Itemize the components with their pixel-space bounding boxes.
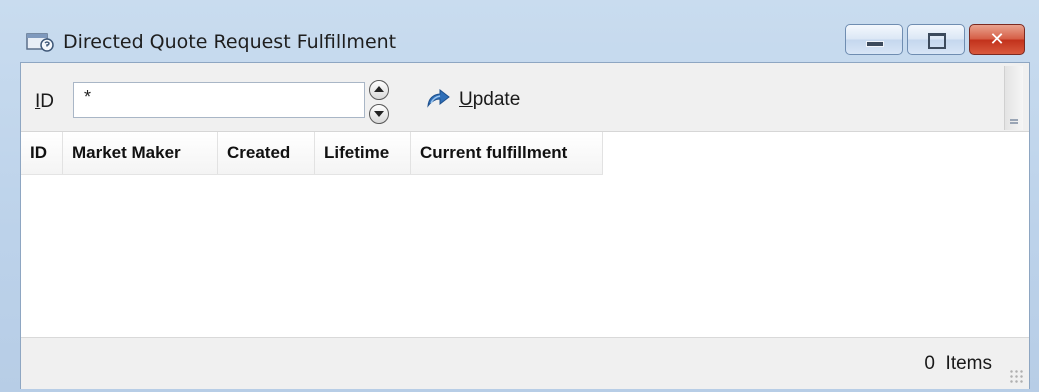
- app-window: Directed Quote Request Fulfillment ✕ ID …: [0, 0, 1039, 392]
- close-icon: ✕: [989, 29, 1005, 50]
- column-header-id[interactable]: ID: [21, 132, 63, 174]
- update-label-mnemonic: U: [459, 89, 473, 110]
- id-label-rest: D: [40, 91, 55, 112]
- toolbar-grip[interactable]: [1004, 66, 1023, 130]
- update-label: Update: [459, 89, 520, 111]
- toolbar: ID * Update: [21, 63, 1029, 131]
- title-bar[interactable]: Directed Quote Request Fulfillment ✕: [0, 0, 1039, 58]
- maximize-icon: [928, 33, 946, 49]
- window-title: Directed Quote Request Fulfillment: [63, 31, 397, 53]
- id-spinner: [368, 77, 390, 127]
- update-button[interactable]: Update: [425, 85, 520, 115]
- quote-request-window-icon: [26, 33, 54, 52]
- items-count: 0 Items: [924, 353, 992, 375]
- items-count-label: Items: [945, 353, 992, 374]
- update-label-rest: pdate: [472, 89, 521, 110]
- grid-header: ID Market Maker Created Lifetime Current…: [21, 132, 603, 175]
- window-controls: ✕: [845, 24, 1025, 56]
- id-input[interactable]: *: [73, 82, 365, 118]
- column-header-lifetime[interactable]: Lifetime: [315, 132, 411, 174]
- spin-down-icon[interactable]: [369, 104, 389, 124]
- id-label: ID: [35, 91, 54, 113]
- results-grid: ID Market Maker Created Lifetime Current…: [21, 131, 1029, 338]
- status-bar: 0 Items: [21, 337, 1029, 389]
- client-area: ID * Update ID Market Maker Created Life…: [20, 62, 1030, 389]
- spin-up-icon[interactable]: [369, 80, 389, 100]
- minimize-button[interactable]: [845, 24, 903, 55]
- resize-grip-icon[interactable]: [1009, 369, 1025, 385]
- close-button[interactable]: ✕: [969, 24, 1025, 55]
- minimize-icon: [866, 41, 884, 47]
- column-header-market-maker[interactable]: Market Maker: [63, 132, 218, 174]
- column-header-current-fulfillment[interactable]: Current fulfillment: [411, 132, 603, 174]
- column-header-created[interactable]: Created: [218, 132, 315, 174]
- update-arrow-icon: [427, 89, 450, 108]
- items-count-value: 0: [924, 353, 935, 374]
- maximize-button[interactable]: [907, 24, 965, 55]
